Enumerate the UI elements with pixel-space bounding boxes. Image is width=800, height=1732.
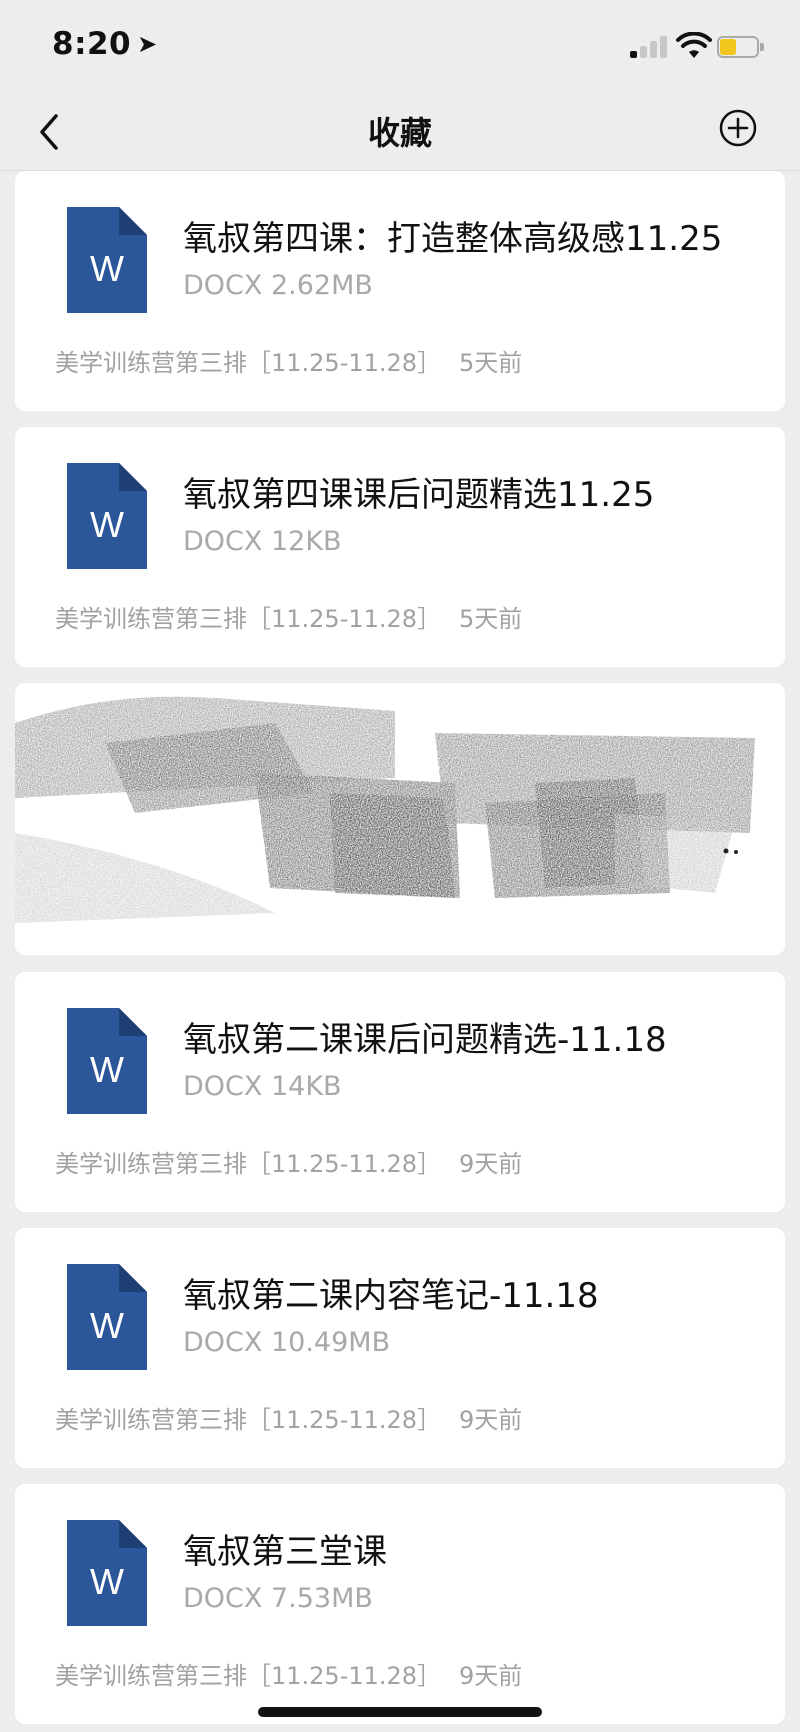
battery-icon bbox=[717, 36, 765, 60]
file-source: 美学训练营第三排［11.25-11.28］ bbox=[55, 349, 442, 377]
home-indicator[interactable] bbox=[258, 1707, 542, 1717]
list-item[interactable]: W 氧叔第二课内容笔记-11.18 DOCX 10.49MB 美学训练营第三排［… bbox=[15, 1228, 785, 1468]
scribble-redaction bbox=[15, 696, 755, 923]
file-meta: DOCX 10.49MB bbox=[183, 1327, 391, 1358]
file-title: 氧叔第四课：打造整体高级感11.25 bbox=[183, 219, 723, 259]
file-meta: DOCX 7.53MB bbox=[183, 1583, 373, 1614]
svg-text:W: W bbox=[90, 504, 124, 545]
file-meta: DOCX 14KB bbox=[183, 1071, 342, 1102]
list-item[interactable]: W 氧叔第四课课后问题精选11.25 DOCX 12KB 美学训练营第三排［11… bbox=[15, 427, 785, 667]
file-source: 美学训练营第三排［11.25-11.28］ bbox=[55, 1406, 442, 1434]
status-time: 8:20 ➤ bbox=[52, 26, 158, 62]
word-file-icon: W bbox=[67, 1008, 147, 1114]
file-time: 9天前 bbox=[459, 1150, 523, 1178]
file-time: 9天前 bbox=[459, 1406, 523, 1434]
plus-circle-icon[interactable] bbox=[718, 108, 758, 148]
list-item[interactable]: W 氧叔第四课：打造整体高级感11.25 DOCX 2.62MB 美学训练营第三… bbox=[15, 171, 785, 411]
word-file-icon: W bbox=[67, 1264, 147, 1370]
svg-text:W: W bbox=[90, 1305, 124, 1346]
svg-text:W: W bbox=[90, 1049, 124, 1090]
list-item[interactable]: W 氧叔第二课课后问题精选-11.18 DOCX 14KB 美学训练营第三排［1… bbox=[15, 972, 785, 1212]
location-icon: ➤ bbox=[137, 30, 158, 58]
file-source: 美学训练营第三排［11.25-11.28］ bbox=[55, 1662, 442, 1690]
word-file-icon: W bbox=[67, 207, 147, 313]
list-item[interactable]: W 氧叔第三堂课 DOCX 7.53MB 美学训练营第三排［11.25-11.2… bbox=[15, 1484, 785, 1724]
svg-text:W: W bbox=[90, 1561, 124, 1602]
wifi-icon bbox=[676, 32, 712, 58]
file-time: 5天前 bbox=[459, 349, 523, 377]
file-time: 9天前 bbox=[459, 1662, 523, 1690]
word-file-icon: W bbox=[67, 1520, 147, 1626]
svg-text:W: W bbox=[90, 248, 124, 289]
file-meta: DOCX 12KB bbox=[183, 526, 342, 557]
file-title: 氧叔第二课课后问题精选-11.18 bbox=[183, 1020, 667, 1060]
file-title: 氧叔第二课内容笔记-11.18 bbox=[183, 1276, 599, 1316]
file-source: 美学训练营第三排［11.25-11.28］ bbox=[55, 1150, 442, 1178]
file-title: 氧叔第三堂课 bbox=[183, 1532, 387, 1572]
redacted-item bbox=[15, 683, 785, 955]
status-bar: 8:20 ➤ bbox=[0, 0, 800, 96]
file-meta: DOCX 2.62MB bbox=[183, 270, 373, 301]
file-source: 美学训练营第三排［11.25-11.28］ bbox=[55, 605, 442, 633]
nav-bar: 收藏 bbox=[0, 96, 800, 171]
word-file-icon: W bbox=[67, 463, 147, 569]
time-text: 8:20 bbox=[52, 26, 132, 62]
cellular-signal-icon bbox=[630, 36, 670, 58]
page-title: 收藏 bbox=[367, 114, 432, 152]
file-time: 5天前 bbox=[459, 605, 523, 633]
file-title: 氧叔第四课课后问题精选11.25 bbox=[183, 475, 655, 515]
